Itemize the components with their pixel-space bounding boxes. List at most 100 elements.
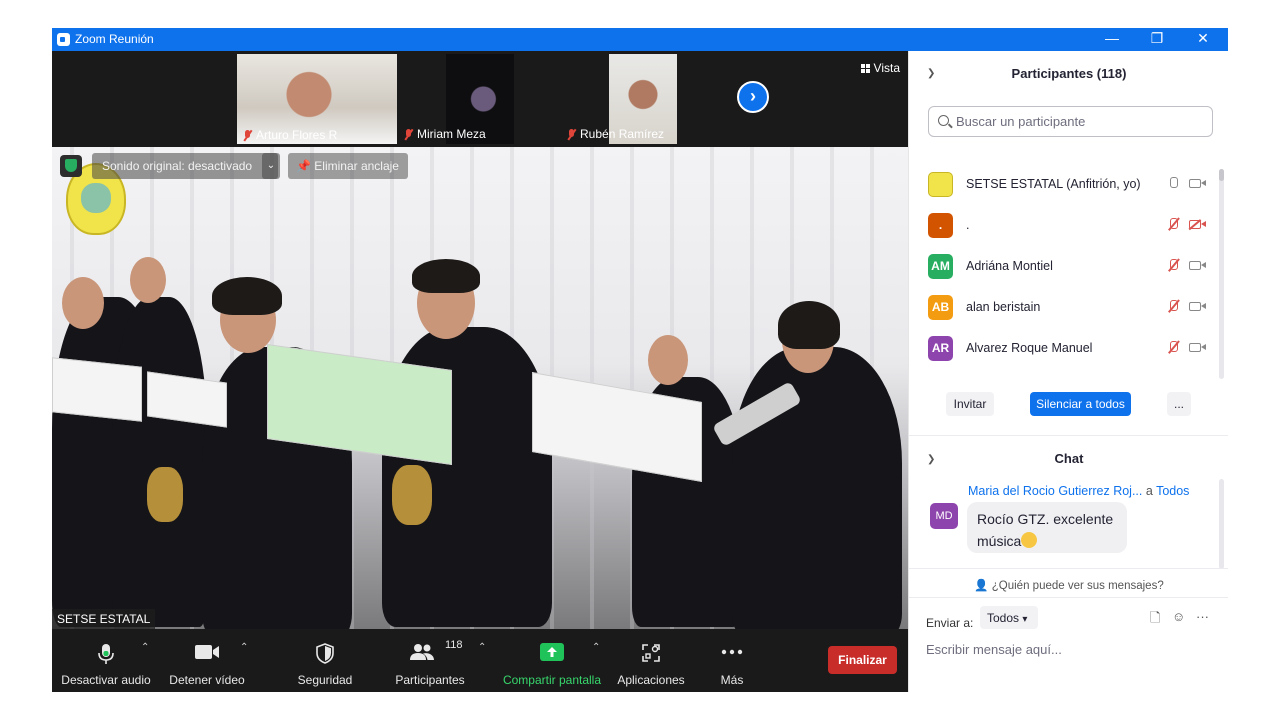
panel-divider [909, 597, 1228, 598]
participants-button[interactable]: 118 Participantes [388, 629, 472, 692]
shield-icon [316, 643, 334, 664]
next-page-arrow-icon[interactable]: › [737, 81, 769, 113]
participants-scrollbar[interactable] [1219, 169, 1224, 379]
unpin-label: Eliminar anclaje [314, 159, 399, 173]
close-button[interactable]: ✕ [1180, 28, 1226, 51]
window-title: Zoom Reunión [75, 32, 154, 46]
mic-muted-icon[interactable] [1169, 218, 1178, 230]
apps-label: Aplicaciones [617, 673, 685, 687]
search-icon [938, 115, 949, 126]
send-to-label: Enviar a: [926, 616, 974, 630]
saxophone [147, 467, 183, 522]
mute-all-button[interactable]: Silenciar a todos [1030, 392, 1131, 416]
thumbnail-strip: Arturo Flores R Miriam Meza Rubén Ramíre… [52, 51, 908, 147]
musician-hair [778, 301, 840, 349]
share-screen-button[interactable]: Compartir pantalla [498, 629, 606, 692]
title-bar: Zoom Reunión — ❐ ✕ [52, 28, 1228, 51]
musician-head [62, 277, 104, 329]
side-panel: ❯ Participantes (118) Buscar un particip… [908, 51, 1228, 692]
chat-scrollbar[interactable] [1219, 479, 1224, 569]
original-sound-toggle[interactable]: Sonido original: desactivado [92, 153, 278, 179]
participant-name: alan beristain [966, 300, 1041, 314]
main-video: Sonido original: desactivado ⌄ 📌 Elimina… [52, 147, 908, 629]
audio-options-caret-icon[interactable]: ⌃ [141, 642, 149, 653]
file-icon[interactable]: 🗋 [1150, 609, 1160, 631]
thumbnail-name: Rubén Ramírez [580, 127, 665, 141]
security-button[interactable]: Seguridad [288, 629, 362, 692]
musician-figure [732, 347, 902, 629]
thumbnail-name: Arturo Flores R [256, 128, 338, 142]
participant-row[interactable]: AR Alvarez Roque Manuel [909, 329, 1224, 369]
participant-avatar: AM [928, 254, 953, 279]
mic-muted-icon [404, 128, 413, 140]
mic-muted-icon[interactable] [1169, 341, 1178, 353]
participant-row[interactable]: AM Adriána Montiel [909, 247, 1224, 287]
chevron-down-icon[interactable]: ⌄ [262, 153, 280, 179]
microphone-icon [98, 644, 114, 664]
chevron-down-icon: ▾ [1022, 614, 1028, 625]
emoji-icon[interactable]: ☺ [1172, 609, 1185, 624]
participants-icon [409, 644, 434, 660]
unpin-button[interactable]: 📌 Eliminar anclaje [288, 153, 408, 179]
thumbnail-arturo[interactable]: Arturo Flores R [237, 54, 397, 144]
participant-row[interactable]: AB alan beristain [909, 288, 1224, 328]
view-button-label: Vista [873, 61, 900, 75]
mute-audio-button[interactable]: Desactivar audio [58, 629, 154, 692]
pin-icon: 📌 [296, 159, 315, 173]
minimize-button[interactable]: — [1089, 28, 1135, 51]
chat-avatar: MD [930, 503, 958, 529]
video-area: Arturo Flores R Miriam Meza Rubén Ramíre… [52, 51, 908, 692]
video-options-caret-icon[interactable]: ⌃ [240, 642, 248, 653]
stop-video-button[interactable]: Detener vídeo [160, 629, 254, 692]
video-camera-icon[interactable] [1189, 261, 1206, 270]
zoom-logo-icon [57, 33, 70, 46]
participant-avatar: AR [928, 336, 953, 361]
share-screen-label: Compartir pantalla [502, 673, 602, 687]
saxophone [392, 465, 432, 525]
security-shield-icon[interactable] [60, 155, 82, 177]
send-to-select[interactable]: Todos ▾ [980, 606, 1038, 629]
participant-avatar [928, 172, 953, 197]
video-camera-icon[interactable] [1189, 302, 1206, 311]
mic-muted-icon[interactable] [1169, 259, 1178, 271]
who-can-see-label: ¿Quién puede ver sus mensajes? [991, 580, 1164, 592]
chat-message-input[interactable]: Escribir mensaje aquí... [926, 642, 1216, 662]
video-camera-icon[interactable] [1189, 179, 1206, 188]
invite-button[interactable]: Invitar [946, 392, 994, 416]
musician-head [648, 335, 688, 385]
view-button[interactable]: Vista [860, 61, 900, 75]
participant-name: . [966, 218, 970, 232]
chat-sender-name[interactable]: Maria del Rocio Gutierrez Roj... [968, 484, 1142, 498]
participant-row[interactable]: .. [909, 206, 1224, 246]
end-meeting-button[interactable]: Finalizar [828, 646, 897, 674]
participant-avatar: AB [928, 295, 953, 320]
participants-label: Participantes [395, 673, 465, 687]
share-options-caret-icon[interactable]: ⌃ [592, 642, 600, 653]
send-to-value: Todos [987, 611, 1020, 625]
participant-search-input[interactable]: Buscar un participante [928, 106, 1213, 137]
participant-name: Adriána Montiel [966, 259, 1053, 273]
more-button[interactable]: Más [708, 629, 756, 692]
video-camera-icon[interactable] [1189, 343, 1206, 352]
who-can-see-link[interactable]: 👤 ¿Quién puede ver sus mensajes? [909, 578, 1228, 592]
apps-button[interactable]: Aplicaciones [612, 629, 690, 692]
video-camera-icon [195, 645, 219, 659]
chat-more-icon[interactable]: ··· [1196, 609, 1209, 624]
user-lock-icon: 👤 [974, 580, 992, 592]
music-stand [52, 357, 142, 422]
participant-row[interactable]: SETSE ESTATAL (Anfitrión, yo) [909, 165, 1224, 205]
restore-button[interactable]: ❐ [1134, 28, 1180, 51]
mic-muted-icon [567, 128, 576, 140]
participant-name: SETSE ESTATAL (Anfitrión, yo) [966, 177, 1141, 191]
musician-hair [212, 277, 282, 315]
participants-options-caret-icon[interactable]: ⌃ [478, 642, 486, 653]
mic-muted-icon[interactable] [1169, 300, 1178, 312]
microphone-icon[interactable] [1169, 177, 1178, 189]
musician-head [130, 257, 166, 303]
video-off-icon[interactable] [1189, 220, 1206, 229]
chat-recipient: Todos [1156, 484, 1190, 498]
chat-input-placeholder: Escribir mensaje aquí... [926, 642, 1062, 657]
apps-icon [642, 644, 660, 662]
participants-more-button[interactable]: ... [1167, 392, 1191, 416]
panel-divider [909, 568, 1228, 569]
